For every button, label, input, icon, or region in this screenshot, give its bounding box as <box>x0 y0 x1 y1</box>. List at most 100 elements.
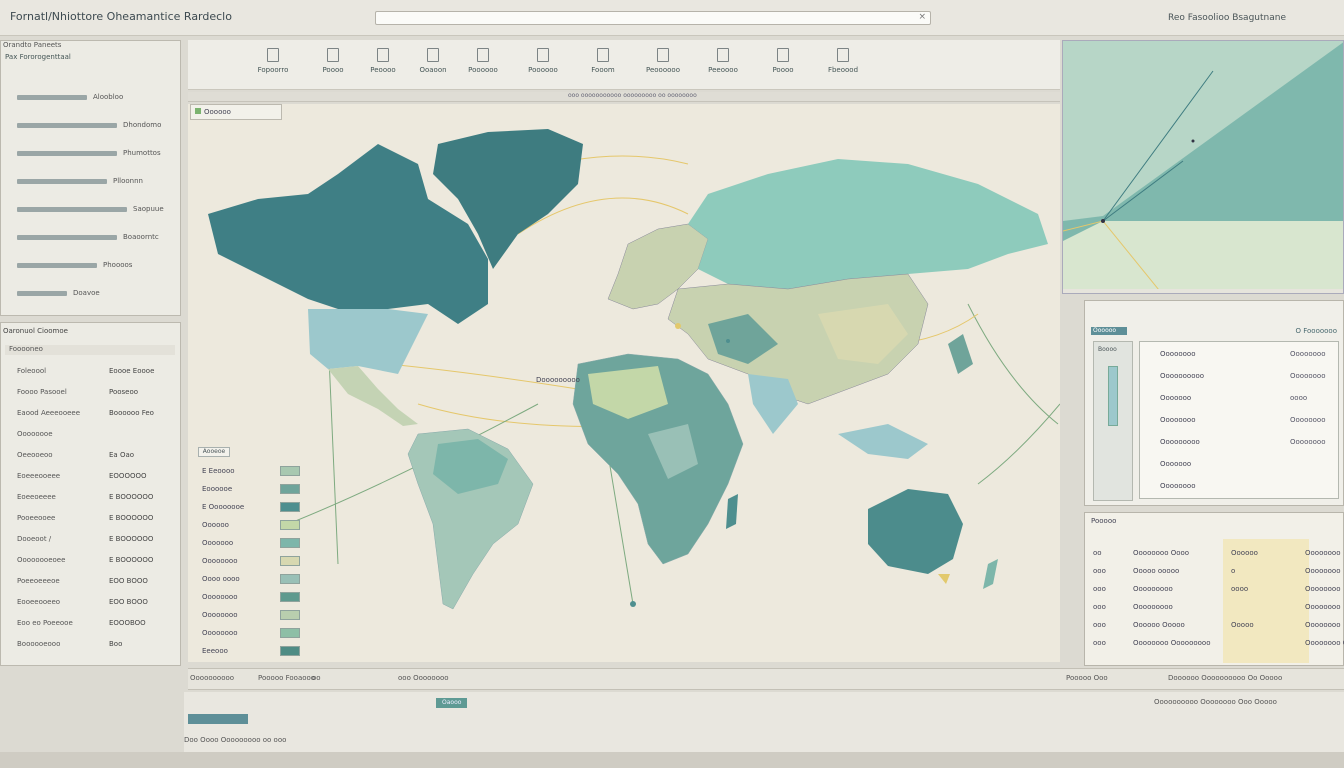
document-icon <box>657 48 669 62</box>
table-cell[interactable]: Ooooo ooooo <box>1133 567 1179 575</box>
chart-footer <box>1063 289 1343 293</box>
info-row-label: Ooooooooo <box>1160 438 1200 446</box>
table-cell[interactable]: ooo <box>1093 603 1106 611</box>
world-map-svg <box>208 129 1060 610</box>
table-cell[interactable]: Oooooooo <box>1305 549 1341 557</box>
legend-swatch[interactable] <box>280 610 300 620</box>
table-cell[interactable]: o <box>1231 567 1235 575</box>
property-label: Pooeeooee <box>17 514 56 522</box>
property-value[interactable]: E BOOOOOO <box>109 535 153 543</box>
table-cell[interactable]: Oooooooo <box>1305 567 1341 575</box>
status-item[interactable]: oo <box>312 674 321 682</box>
property-value[interactable]: E BOOOOOO <box>109 556 153 564</box>
status-left-label: Oooooooooo <box>190 674 235 682</box>
status-item[interactable]: Pooooo Fooaooo <box>258 674 315 682</box>
filter-row[interactable]: Boaoorntc <box>17 233 177 243</box>
table-cell[interactable]: Oooooooo Oooo <box>1305 639 1344 647</box>
document-icon <box>537 48 549 62</box>
property-label: Eooeeooeeo <box>17 598 61 606</box>
world-map[interactable]: Dooooooooo <box>188 104 1060 662</box>
table-cell[interactable]: ooo <box>1093 585 1106 593</box>
legend-swatch[interactable] <box>280 556 300 566</box>
table-cell[interactable]: Oooooooo Ooooooooo <box>1133 639 1211 647</box>
property-label: Boooooeooo <box>17 640 61 648</box>
property-value[interactable]: E BOOOOOO <box>109 493 153 501</box>
table-cell[interactable]: ooo <box>1093 567 1106 575</box>
property-value[interactable]: Ea Oao <box>109 451 134 459</box>
property-value[interactable]: EOOOOOO <box>109 472 146 480</box>
chart-point <box>1191 139 1195 143</box>
filter-row[interactable]: Dhondomo <box>17 121 177 131</box>
toolbar-button-label: Ooaoon <box>419 66 447 74</box>
property-value[interactable]: Eoooe Eoooe <box>109 367 154 375</box>
filter-row-label: Plloonnn <box>113 177 143 185</box>
legend-swatch[interactable] <box>280 574 300 584</box>
right-chart[interactable] <box>1062 40 1344 294</box>
toolbar-button[interactable]: Fbeoood <box>808 48 878 74</box>
status-item[interactable]: ooo Oooooooo <box>398 674 449 682</box>
property-value[interactable]: Boo <box>109 640 122 648</box>
table-cell[interactable]: Oooooooo <box>1305 585 1341 593</box>
panel-header: Orandto Paneets <box>3 41 62 49</box>
table-cell[interactable]: oo <box>1093 549 1102 557</box>
property-label: Eoo eo Poeeooe <box>17 619 73 627</box>
table-cell[interactable]: ooo <box>1093 639 1106 647</box>
legend-swatch[interactable] <box>280 592 300 602</box>
status-item[interactable]: Pooooo Ooo <box>1066 674 1108 682</box>
property-value[interactable]: Pooseoo <box>109 388 138 396</box>
toolbar-button-label: Poooooo <box>528 66 558 74</box>
filter-bar <box>17 235 117 240</box>
filter-row[interactable]: Aloobloo <box>17 93 177 103</box>
status-bar: Oooooooooo Pooooo Fooaooo oo ooo Ooooooo… <box>188 668 1344 690</box>
route-line <box>967 303 1059 425</box>
property-value[interactable]: EOOOBOO <box>109 619 146 627</box>
property-value[interactable]: EOO BOOO <box>109 598 148 606</box>
legend-swatch[interactable] <box>280 520 300 530</box>
map-badge[interactable]: Oooooo <box>190 104 282 120</box>
legend-swatch[interactable] <box>280 502 300 512</box>
australia-shape <box>868 489 963 574</box>
info-row-label: Oooooooo <box>1160 350 1196 358</box>
table-cell[interactable]: Oooooo Ooooo <box>1133 621 1185 629</box>
clear-icon[interactable]: × <box>918 12 926 22</box>
filter-row[interactable]: Phumottos <box>17 149 177 159</box>
toolbar-button-label: Poooo <box>322 66 344 74</box>
map-marker[interactable] <box>726 339 730 343</box>
table-cell[interactable]: oooo <box>1231 585 1248 593</box>
property-value[interactable]: Boooooo Feo <box>109 409 154 417</box>
japan-shape <box>948 334 973 374</box>
status-item[interactable]: Doooooo Oooooooooo Oo Ooooo <box>1168 674 1282 682</box>
property-value[interactable]: E BOOOOOO <box>109 514 153 522</box>
legend-swatch[interactable] <box>280 646 300 656</box>
info-tab[interactable]: Oooooo <box>1091 327 1127 335</box>
filter-row[interactable]: Plloonnn <box>17 177 177 187</box>
document-icon <box>717 48 729 62</box>
filter-row-label: Saopuue <box>133 205 164 213</box>
filter-row[interactable]: Saopuue <box>17 205 177 215</box>
legend-swatch[interactable] <box>280 466 300 476</box>
status-dot-icon <box>195 108 201 114</box>
legend-swatch[interactable] <box>280 484 300 494</box>
legend-label: Eoooooe <box>202 485 233 493</box>
map-marker[interactable] <box>675 323 681 329</box>
action-button[interactable]: Oaooo <box>436 698 468 708</box>
legend-label: Oooooooo <box>202 593 238 601</box>
map-marker[interactable] <box>630 601 636 607</box>
table-cell[interactable]: Ooooooooo <box>1133 603 1173 611</box>
table-cell[interactable]: Oooooooo <box>1305 603 1341 611</box>
legend-swatch[interactable] <box>280 628 300 638</box>
search-input[interactable]: × <box>375 11 931 25</box>
table-cell[interactable]: Oooooooo Oooo <box>1133 549 1189 557</box>
filter-row[interactable]: Doavoe <box>17 289 177 299</box>
account-label[interactable]: Reo Fasoolioo Bsagutnane <box>1168 13 1286 23</box>
table-cell[interactable]: Ooooo <box>1231 621 1254 629</box>
filter-field[interactable]: Fooooneo <box>5 345 175 355</box>
table-cell[interactable]: Oooooo <box>1231 549 1258 557</box>
toolbar-button-label: Peeoooo <box>708 66 738 74</box>
table-cell[interactable]: Ooooooooo <box>1133 585 1173 593</box>
filter-row[interactable]: Phoooos <box>17 261 177 271</box>
legend-swatch[interactable] <box>280 538 300 548</box>
property-value[interactable]: EOO BOOO <box>109 577 148 585</box>
table-cell[interactable]: ooo <box>1093 621 1106 629</box>
table-cell[interactable]: Oooooooo <box>1305 621 1341 629</box>
